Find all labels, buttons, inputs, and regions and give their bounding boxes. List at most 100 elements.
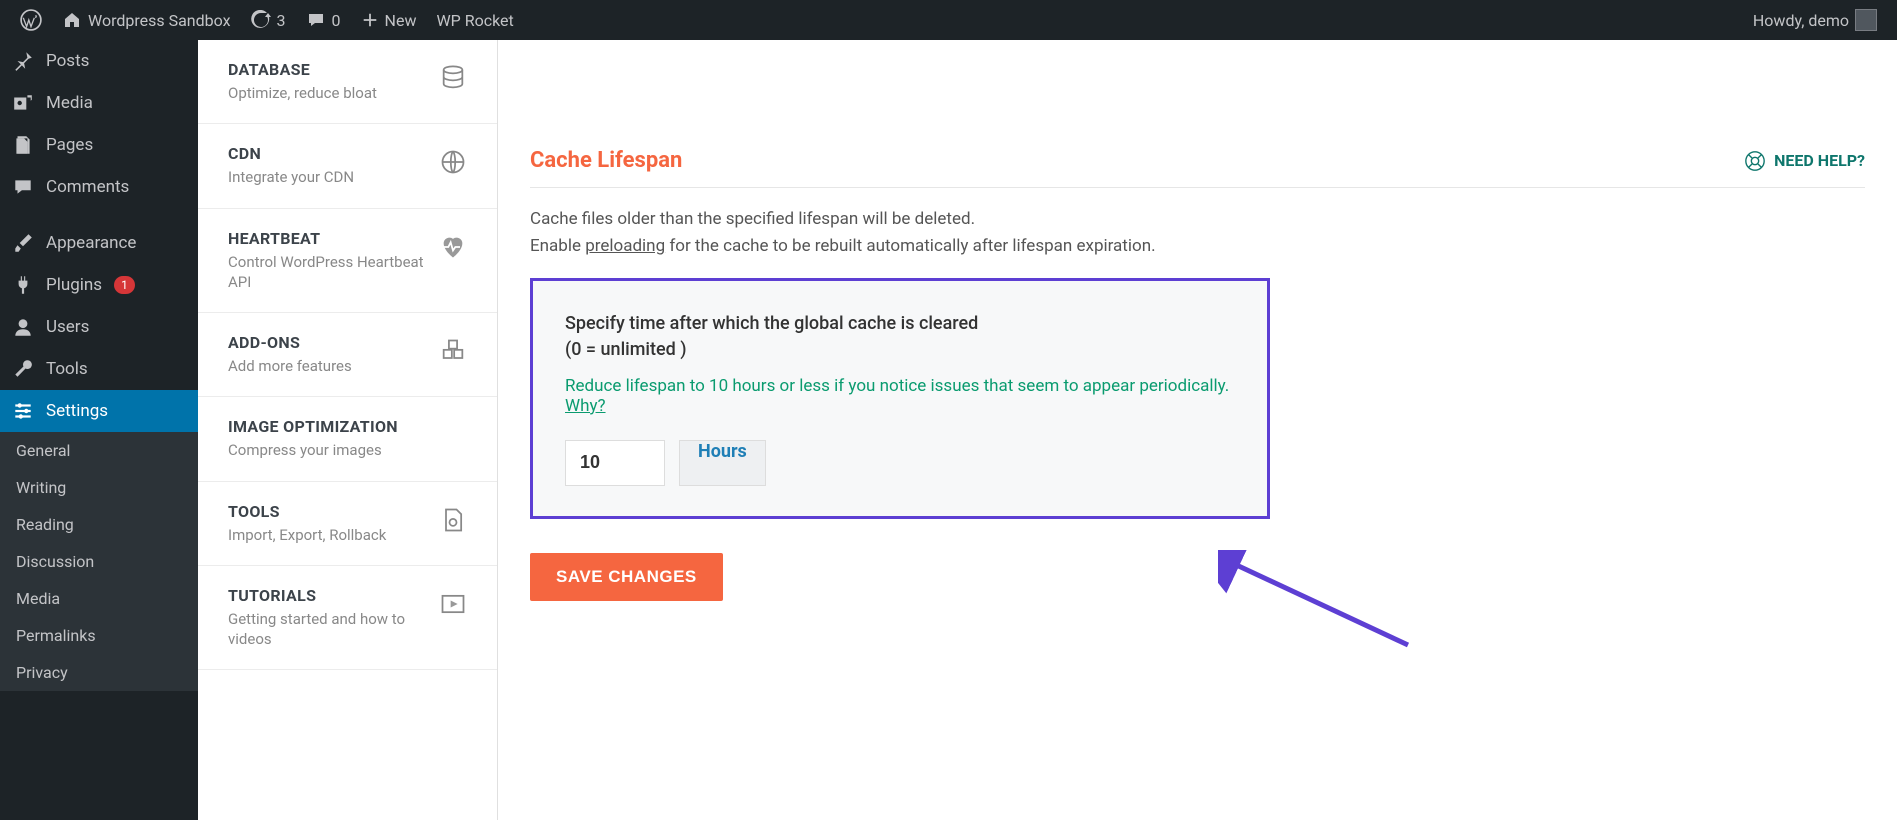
plugins-badge: 1 [114, 276, 135, 294]
field-help-text: Reduce lifespan to 10 hours or less if y… [565, 376, 1229, 396]
lifespan-field-box: Specify time after which the global cach… [530, 278, 1270, 518]
section-desc-line1: Cache files older than the specified lif… [530, 206, 1865, 233]
field-label-1: Specify time after which the global cach… [565, 311, 1235, 336]
desc2a: Enable [530, 236, 585, 256]
lifespan-unit-select[interactable]: Hours [679, 440, 766, 486]
section-desc-line2: Enable preloading for the cache to be re… [530, 233, 1865, 260]
why-link[interactable]: Why? [565, 396, 606, 416]
menu-settings[interactable]: Settings [0, 390, 198, 432]
new-label: New [385, 11, 417, 30]
tab-image-opt-title: IMAGE OPTIMIZATION [228, 417, 467, 436]
play-icon [439, 590, 467, 618]
submenu-general[interactable]: General [0, 432, 198, 469]
tab-tools[interactable]: TOOLS Import, Export, Rollback [198, 482, 497, 566]
update-icon [251, 10, 271, 30]
tab-database-desc: Optimize, reduce bloat [228, 83, 425, 103]
plus-icon [361, 11, 379, 29]
menu-plugins[interactable]: Plugins 1 [0, 264, 198, 306]
tab-heartbeat[interactable]: HEARTBEAT Control WordPress Heartbeat AP… [198, 209, 497, 314]
tab-database-title: DATABASE [228, 60, 425, 79]
wrench-icon [12, 358, 34, 380]
need-help-link[interactable]: NEED HELP? [1744, 150, 1865, 172]
updates-link[interactable]: 3 [241, 0, 296, 40]
settings-submenu: General Writing Reading Discussion Media… [0, 432, 198, 691]
annotation-arrow [1218, 550, 1438, 670]
menu-tools-label: Tools [46, 359, 88, 379]
need-help-label: NEED HELP? [1774, 151, 1865, 170]
lifebuoy-icon [1744, 150, 1766, 172]
wp-logo[interactable] [10, 0, 52, 40]
comments-count: 0 [332, 11, 341, 30]
comment-icon [306, 10, 326, 30]
menu-users[interactable]: Users [0, 306, 198, 348]
menu-pages[interactable]: Pages [0, 124, 198, 166]
heartbeat-icon [439, 233, 467, 261]
new-content-link[interactable]: New [351, 0, 427, 40]
tab-cdn-title: CDN [228, 144, 425, 163]
site-name: Wordpress Sandbox [88, 11, 231, 30]
menu-posts-label: Posts [46, 51, 89, 71]
plug-icon [12, 274, 34, 296]
tab-tools-title: TOOLS [228, 502, 425, 521]
rocket-tabs: DATABASE Optimize, reduce bloat CDN Inte… [198, 40, 498, 820]
tab-tutorials[interactable]: TUTORIALS Getting started and how to vid… [198, 566, 497, 671]
field-label-2: (0 = unlimited ) [565, 337, 1235, 362]
wp-rocket-link[interactable]: WP Rocket [426, 0, 523, 40]
preloading-link[interactable]: preloading [585, 236, 665, 256]
tab-image-opt-desc: Compress your images [228, 440, 467, 460]
desc2b: for the cache to be rebuilt automaticall… [665, 236, 1155, 256]
howdy-text: Howdy, demo [1753, 11, 1849, 30]
tab-addons-title: ADD-ONS [228, 333, 425, 352]
menu-media[interactable]: Media [0, 82, 198, 124]
tab-heartbeat-desc: Control WordPress Heartbeat API [228, 252, 425, 293]
home-icon [62, 10, 82, 30]
wp-rocket-label: WP Rocket [436, 11, 513, 30]
lifespan-input[interactable] [565, 440, 665, 486]
menu-posts[interactable]: Posts [0, 40, 198, 82]
menu-comments-label: Comments [46, 177, 129, 197]
tab-tools-desc: Import, Export, Rollback [228, 525, 425, 545]
menu-appearance-label: Appearance [46, 233, 136, 253]
menu-comments[interactable]: Comments [0, 166, 198, 208]
database-icon [439, 64, 467, 92]
blocks-icon [439, 337, 467, 365]
tab-cdn-desc: Integrate your CDN [228, 167, 425, 187]
submenu-reading[interactable]: Reading [0, 506, 198, 543]
menu-users-label: Users [46, 317, 89, 337]
avatar [1855, 9, 1877, 31]
site-name-link[interactable]: Wordpress Sandbox [52, 0, 241, 40]
howdy-link[interactable]: Howdy, demo [1743, 0, 1887, 40]
tab-tutorials-desc: Getting started and how to videos [228, 609, 425, 650]
user-icon [12, 316, 34, 338]
tab-addons[interactable]: ADD-ONS Add more features [198, 313, 497, 397]
main-content: Cache Lifespan NEED HELP? Cache files ol… [498, 40, 1897, 820]
save-changes-button[interactable]: SAVE CHANGES [530, 553, 723, 601]
submenu-media[interactable]: Media [0, 580, 198, 617]
submenu-writing[interactable]: Writing [0, 469, 198, 506]
menu-tools[interactable]: Tools [0, 348, 198, 390]
menu-appearance[interactable]: Appearance [0, 222, 198, 264]
pin-icon [12, 50, 34, 72]
tab-cdn[interactable]: CDN Integrate your CDN [198, 124, 497, 208]
submenu-permalinks[interactable]: Permalinks [0, 617, 198, 654]
tab-tutorials-title: TUTORIALS [228, 586, 425, 605]
brush-icon [12, 232, 34, 254]
comment-bubble-icon [12, 176, 34, 198]
tab-image-opt[interactable]: IMAGE OPTIMIZATION Compress your images [198, 397, 497, 481]
tab-addons-desc: Add more features [228, 356, 425, 376]
field-help: Reduce lifespan to 10 hours or less if y… [565, 376, 1235, 416]
section-header: Cache Lifespan NEED HELP? [530, 120, 1865, 188]
globe-icon [439, 148, 467, 176]
updates-count: 3 [277, 11, 286, 30]
admin-menu: Posts Media Pages Comments Appearance Pl… [0, 40, 198, 820]
menu-pages-label: Pages [46, 135, 93, 155]
pages-icon [12, 134, 34, 156]
tab-database[interactable]: DATABASE Optimize, reduce bloat [198, 40, 497, 124]
menu-plugins-label: Plugins [46, 275, 102, 295]
field-row: Hours [565, 440, 1235, 486]
comments-link[interactable]: 0 [296, 0, 351, 40]
menu-settings-label: Settings [46, 401, 108, 421]
submenu-privacy[interactable]: Privacy [0, 654, 198, 691]
submenu-discussion[interactable]: Discussion [0, 543, 198, 580]
wp-admin-bar: Wordpress Sandbox 3 0 New WP Rocket Howd… [0, 0, 1897, 40]
